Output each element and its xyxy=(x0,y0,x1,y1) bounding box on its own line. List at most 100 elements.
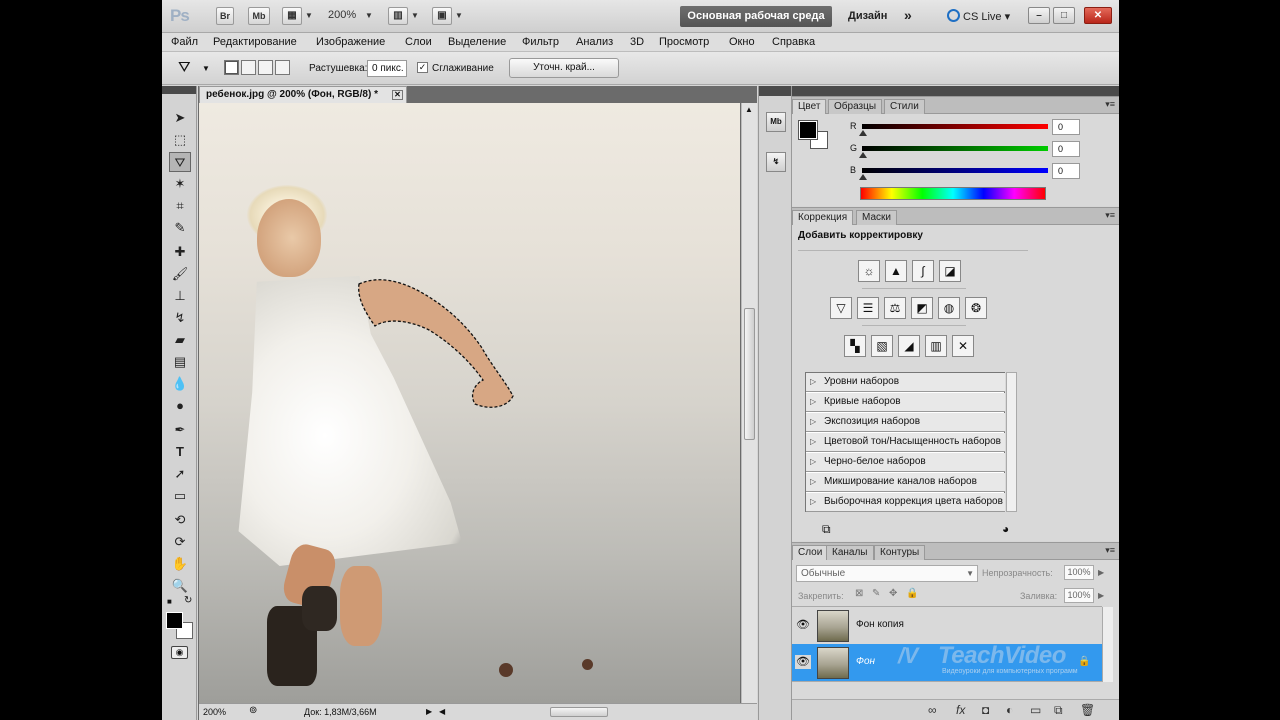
curves-icon[interactable]: ∫ xyxy=(912,260,934,282)
opacity-arrow-icon[interactable]: ▶ xyxy=(1098,568,1104,577)
layer-row[interactable]: 👁 Фон копия xyxy=(792,607,1102,645)
tab-layers[interactable]: Слои xyxy=(792,545,829,560)
blend-mode-select[interactable]: Обычные ▼ xyxy=(796,565,978,582)
tab-adjustments[interactable]: Коррекция xyxy=(792,210,854,225)
preset-black-white[interactable]: Черно-белое наборов xyxy=(806,453,1005,472)
preset-channel-mixer[interactable]: Микширование каналов наборов xyxy=(806,473,1005,492)
menu-help[interactable]: Справка xyxy=(772,36,815,48)
levels-icon[interactable]: ▲ xyxy=(885,260,907,282)
polygonal-lasso-tool-icon[interactable]: ⛛ xyxy=(169,152,191,172)
chevron-down-icon[interactable]: ▼ xyxy=(202,64,210,73)
more-workspaces-button[interactable]: » xyxy=(904,7,912,23)
channel-b-value[interactable]: 0 xyxy=(1052,163,1080,179)
dodge-tool-icon[interactable]: ● xyxy=(169,396,191,416)
menu-image[interactable]: Изображение xyxy=(316,36,385,48)
status-menu-arrow-icon[interactable]: ▶ xyxy=(426,707,432,716)
lock-position-icon[interactable]: ✥ xyxy=(889,588,897,599)
mini-bridge-panel-icon[interactable]: Mb xyxy=(766,112,786,132)
new-selection-icon[interactable] xyxy=(224,60,239,75)
invert-icon[interactable]: ▚ xyxy=(844,335,866,357)
preset-curves[interactable]: Кривые наборов xyxy=(806,393,1005,412)
foreground-color-swatch[interactable] xyxy=(166,612,183,629)
pen-tool-icon[interactable]: ✒ xyxy=(169,420,191,440)
menu-window[interactable]: Окно xyxy=(729,36,755,48)
history-panel-icon[interactable]: ↯ xyxy=(766,152,786,172)
tab-masks[interactable]: Маски xyxy=(856,210,897,225)
preset-hue-saturation[interactable]: Цветовой тон/Насыщенность наборов xyxy=(806,433,1005,452)
path-selection-tool-icon[interactable]: ➚ xyxy=(169,464,191,484)
workspace-essentials-button[interactable]: Основная рабочая среда xyxy=(680,6,832,27)
cs-live-button[interactable]: CS Live ▾ xyxy=(947,9,1010,23)
zoom-tool-icon[interactable]: 🔍 xyxy=(169,576,191,596)
new-layer-icon[interactable]: ⧉ xyxy=(1054,703,1063,718)
panel-menu-icon[interactable]: ▾≡ xyxy=(1105,545,1115,556)
lock-transparency-icon[interactable]: ⊠ xyxy=(855,588,863,599)
slider-thumb-icon[interactable] xyxy=(859,130,867,136)
gradient-map-icon[interactable]: ▥ xyxy=(925,335,947,357)
layer-name[interactable]: Фон копия xyxy=(856,619,904,630)
quick-mask-icon[interactable]: ◉ xyxy=(171,646,188,659)
clone-stamp-tool-icon[interactable]: ⊥ xyxy=(169,286,191,306)
scroll-left-icon[interactable]: ◀ xyxy=(439,707,445,716)
eraser-tool-icon[interactable]: ▰ xyxy=(169,330,191,350)
clip-to-layer-icon[interactable]: ⧉ xyxy=(822,522,831,537)
antialias-checkbox[interactable]: ✓ xyxy=(417,62,428,73)
close-button[interactable]: ✕ xyxy=(1084,7,1112,24)
history-brush-tool-icon[interactable]: ↯ xyxy=(169,308,191,328)
preset-selective-color[interactable]: Выборочная коррекция цвета наборов xyxy=(806,493,1005,512)
lock-pixels-icon[interactable]: ✎ xyxy=(872,588,880,599)
magic-wand-tool-icon[interactable]: ✶ xyxy=(169,174,191,194)
fill-arrow-icon[interactable]: ▶ xyxy=(1098,591,1104,600)
color-spectrum-bar[interactable] xyxy=(860,187,1046,200)
layer-style-icon[interactable]: fx xyxy=(956,703,965,717)
channel-mixer-icon[interactable]: ❂ xyxy=(965,297,987,319)
vertical-scrollbar[interactable]: ▲ xyxy=(741,103,757,703)
channel-g-slider[interactable] xyxy=(862,146,1048,151)
status-info-icon[interactable]: ⊚ xyxy=(249,705,257,716)
opacity-input[interactable]: 100% xyxy=(1064,565,1094,580)
add-to-selection-icon[interactable] xyxy=(241,60,256,75)
menu-select[interactable]: Выделение xyxy=(448,36,506,48)
preset-levels[interactable]: Уровни наборов xyxy=(806,373,1005,392)
refine-edge-button[interactable]: Уточн. край... xyxy=(509,58,619,78)
arrange-documents-icon[interactable]: ▥ xyxy=(388,7,408,25)
eye-icon[interactable]: 👁 xyxy=(795,655,811,669)
intersect-selection-icon[interactable] xyxy=(275,60,290,75)
layers-scrollbar[interactable] xyxy=(1102,607,1113,682)
channel-r-slider[interactable] xyxy=(862,124,1048,129)
tab-channels[interactable]: Каналы xyxy=(826,545,874,560)
adjustment-layer-icon[interactable]: ◐ xyxy=(1006,703,1013,717)
channel-g-value[interactable]: 0 xyxy=(1052,141,1080,157)
type-tool-icon[interactable]: T xyxy=(169,442,191,462)
rectangle-tool-icon[interactable]: ▭ xyxy=(169,486,191,506)
link-layers-icon[interactable]: ∞ xyxy=(928,703,937,717)
color-balance-icon[interactable]: ⚖ xyxy=(884,297,906,319)
channel-b-slider[interactable] xyxy=(862,168,1048,173)
status-zoom[interactable]: 200% xyxy=(203,707,226,717)
view-extras-icon[interactable]: ▦ xyxy=(282,7,302,25)
feather-input[interactable]: 0 пикс. xyxy=(367,60,407,77)
menu-view[interactable]: Просмотр xyxy=(659,36,709,48)
tab-color[interactable]: Цвет xyxy=(792,99,827,114)
chevron-down-icon[interactable]: ▼ xyxy=(365,11,373,20)
hue-saturation-icon[interactable]: ☰ xyxy=(857,297,879,319)
gradient-tool-icon[interactable]: ▤ xyxy=(169,352,191,372)
lock-all-icon[interactable]: 🔒 xyxy=(906,588,918,599)
menu-analysis[interactable]: Анализ xyxy=(576,36,613,48)
image-canvas[interactable] xyxy=(199,103,740,703)
move-tool-icon[interactable]: ➤ xyxy=(169,108,191,128)
subtract-from-selection-icon[interactable] xyxy=(258,60,273,75)
mini-bridge-button[interactable]: Mb xyxy=(248,7,270,25)
menu-file[interactable]: Файл xyxy=(171,36,198,48)
vertical-scroll-thumb[interactable] xyxy=(744,308,755,440)
tab-styles[interactable]: Стили xyxy=(884,99,925,114)
scroll-up-icon[interactable]: ▲ xyxy=(745,105,753,114)
blur-tool-icon[interactable]: 💧 xyxy=(169,374,191,394)
slider-thumb-icon[interactable] xyxy=(859,174,867,180)
menu-layer[interactable]: Слои xyxy=(405,36,432,48)
chevron-down-icon[interactable]: ▼ xyxy=(305,11,313,20)
preset-list-scrollbar[interactable] xyxy=(1006,372,1017,512)
bridge-button[interactable]: Br xyxy=(216,7,234,25)
panel-menu-icon[interactable]: ▾≡ xyxy=(1105,99,1115,110)
chevron-down-icon[interactable]: ▼ xyxy=(455,11,463,20)
